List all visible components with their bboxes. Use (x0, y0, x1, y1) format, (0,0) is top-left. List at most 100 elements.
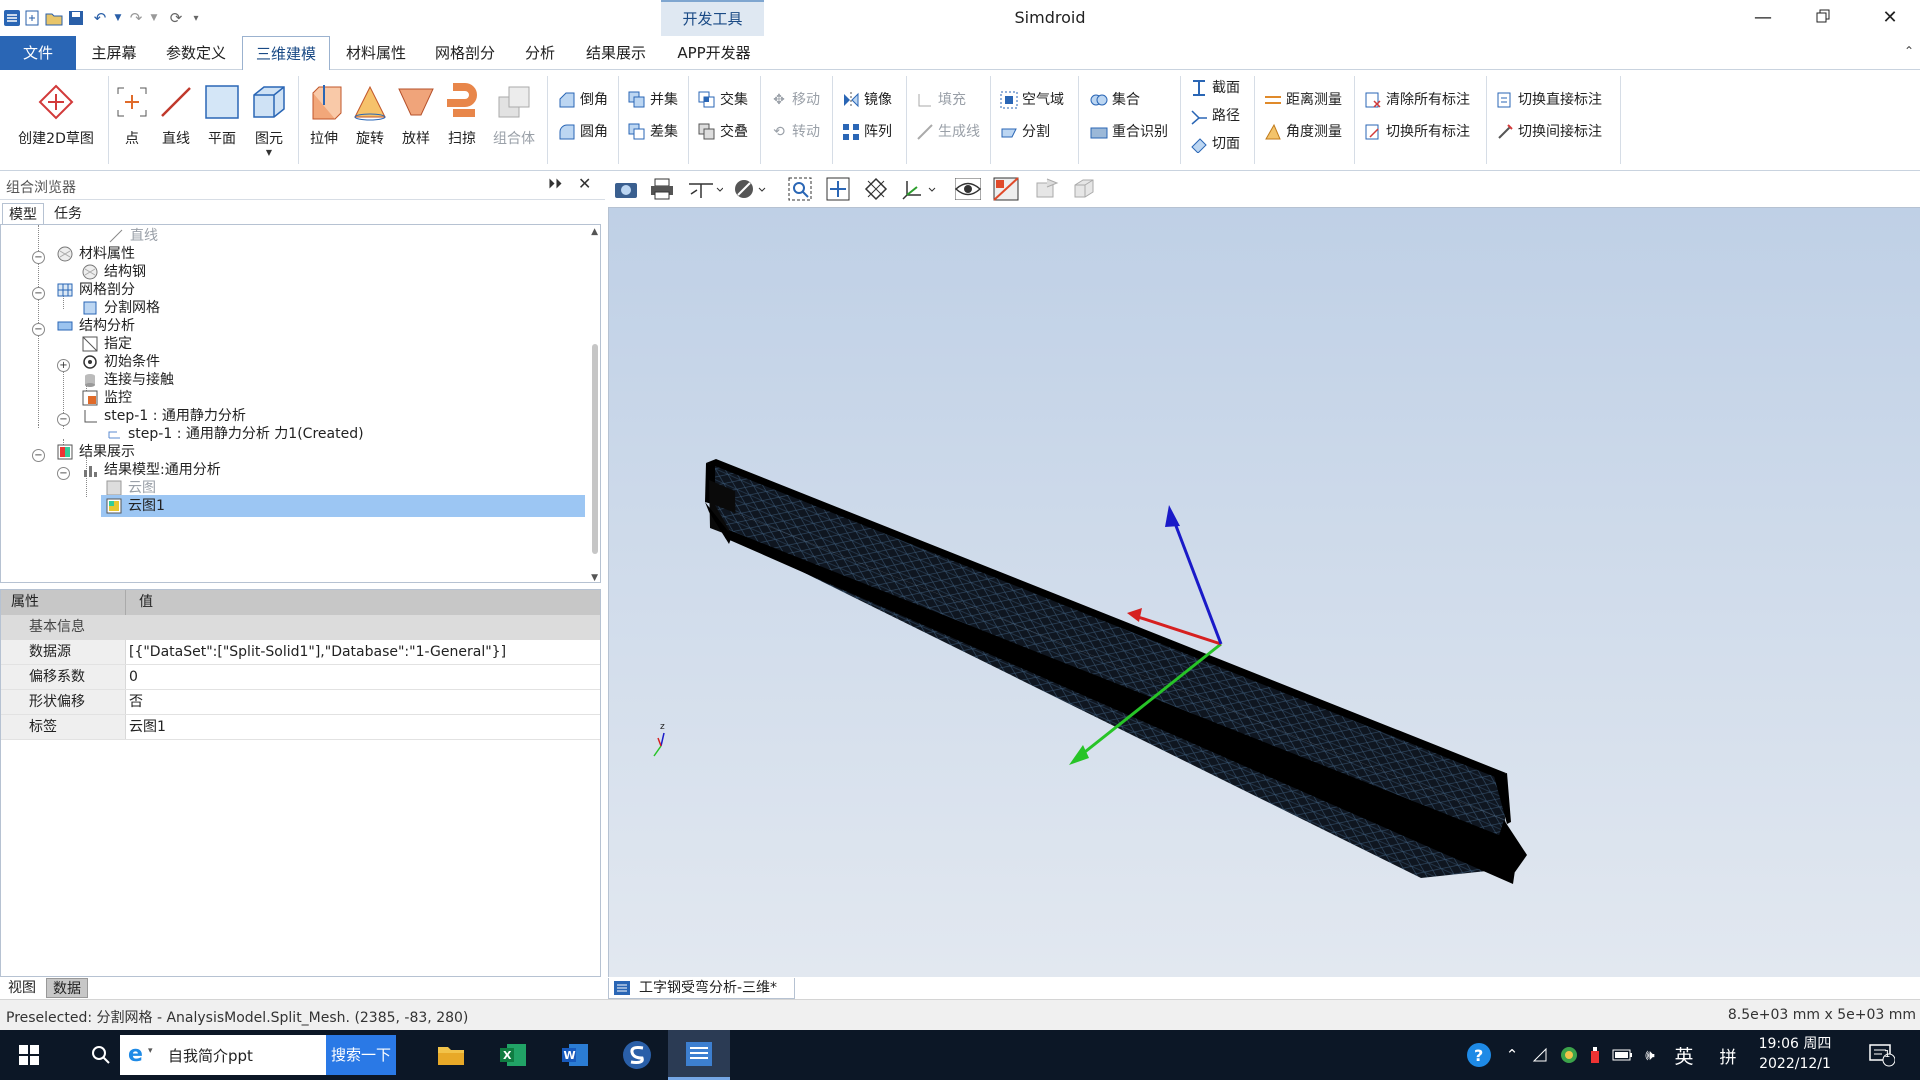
taskbar-search-box[interactable]: e ▾ 自我简介ppt 搜索一下 (120, 1035, 396, 1075)
collapse-toggle-icon[interactable]: − (57, 413, 70, 426)
dev-tools-context-tab[interactable]: 开发工具 (661, 0, 764, 36)
undo-icon[interactable]: ↶ (90, 8, 110, 28)
taskbar-search-icon[interactable] (88, 1030, 114, 1080)
primitive-dropdown-icon[interactable]: ▼ (246, 148, 292, 157)
file-explorer-icon[interactable] (420, 1030, 482, 1080)
display-mode-dropdown-icon[interactable] (731, 176, 771, 202)
antivirus-icon[interactable] (1584, 1030, 1606, 1080)
union-button[interactable]: 并集 (628, 88, 678, 112)
menu-tab-parameters[interactable]: 参数定义 (152, 36, 240, 70)
3d-viewport[interactable]: z (608, 207, 1920, 977)
overlap-button[interactable]: 交叠 (698, 120, 748, 144)
collapse-toggle-icon[interactable]: − (32, 251, 45, 264)
collapse-toggle-icon[interactable]: − (57, 467, 70, 480)
undo-dropdown-icon[interactable]: ▼ (108, 8, 128, 28)
panel-close-icon[interactable]: ✕ (578, 174, 591, 193)
compound-button[interactable]: 组合体 (486, 76, 542, 166)
toggle-all-annotations-button[interactable]: 切换所有标注 (1364, 120, 1470, 144)
scroll-down-icon[interactable]: ▼ (591, 573, 598, 582)
difference-button[interactable]: 差集 (628, 120, 678, 144)
word-icon[interactable]: W (544, 1030, 606, 1080)
minimize-button[interactable]: — (1733, 0, 1793, 36)
restore-button[interactable] (1793, 0, 1853, 36)
windows-start-icon[interactable] (0, 1030, 58, 1080)
menu-tab-app-developer[interactable]: APP开发器 (664, 36, 764, 70)
create-2d-sketch-button[interactable]: 创建2D草图 (8, 76, 104, 166)
property-value[interactable]: 云图1 (129, 715, 166, 739)
property-group-basic-info[interactable]: 基本信息 (1, 615, 600, 640)
screenshot-icon[interactable] (611, 176, 641, 202)
air-domain-button[interactable]: 空气域 (1000, 88, 1064, 112)
help-icon[interactable]: ? (1462, 1030, 1496, 1080)
cut-plane-button[interactable]: 切面 (1190, 132, 1240, 156)
tree-scrollbar[interactable]: ▲ ▼ (591, 227, 598, 582)
property-value[interactable]: 否 (129, 690, 143, 714)
menu-tab-analysis[interactable]: 分析 (512, 36, 568, 70)
path-button[interactable]: 路径 (1190, 104, 1240, 128)
redo-icon[interactable]: ↷ (126, 8, 146, 28)
menu-tab-results[interactable]: 结果展示 (572, 36, 660, 70)
primitive-button[interactable]: 图元 ▼ (246, 76, 292, 166)
simdroid-app-icon[interactable] (606, 1030, 668, 1080)
property-column-header[interactable]: 属性 (1, 590, 126, 615)
print-icon[interactable] (647, 176, 677, 202)
ime-mode-indicator[interactable]: 拼 (1714, 1030, 1742, 1080)
clear-all-annotations-button[interactable]: 清除所有标注 (1364, 88, 1470, 112)
property-value[interactable]: 0 (129, 665, 138, 689)
refresh-icon[interactable]: ⟳ (166, 8, 186, 28)
revolve-button[interactable]: 旋转 (348, 76, 392, 166)
battery-icon[interactable] (1610, 1030, 1636, 1080)
axis-view-dropdown-icon[interactable] (685, 176, 725, 202)
chamfer-button[interactable]: 倒角 (558, 88, 608, 112)
excel-icon[interactable]: X (482, 1030, 544, 1080)
array-button[interactable]: 阵列 (842, 120, 892, 144)
tree-item-contour-1[interactable]: 云图1 (101, 495, 585, 517)
property-value[interactable]: [{"DataSet":["Split-Solid1"],"Database":… (129, 640, 506, 664)
tab-view[interactable]: 视图 (2, 978, 42, 998)
coincidence-detect-button[interactable]: 重合识别 (1090, 120, 1168, 144)
menu-tab-file[interactable]: 文件 (0, 36, 76, 70)
app-icon[interactable] (2, 8, 22, 28)
collapse-toggle-icon[interactable]: − (32, 323, 45, 336)
open-icon[interactable] (44, 8, 64, 28)
search-dropdown-icon[interactable]: ▾ (148, 1046, 153, 1056)
set-button[interactable]: 集合 (1090, 88, 1140, 112)
tab-data[interactable]: 数据 (46, 978, 88, 998)
menu-tab-3d-modeling[interactable]: 三维建模 (242, 36, 330, 71)
browser-tray-icon[interactable] (1556, 1030, 1582, 1080)
intersect-button[interactable]: 交集 (698, 88, 748, 112)
value-column-header[interactable]: 值 (129, 590, 153, 615)
fit-selection-icon[interactable] (861, 176, 891, 202)
visibility-icon[interactable] (953, 176, 983, 202)
loft-button[interactable]: 放样 (394, 76, 438, 166)
menu-tab-home[interactable]: 主屏幕 (80, 36, 148, 70)
tab-model[interactable]: 模型 (2, 203, 44, 225)
menu-tab-materials[interactable]: 材料属性 (334, 36, 418, 70)
redo-dropdown-icon[interactable]: ▼ (144, 8, 164, 28)
fit-all-icon[interactable] (823, 176, 853, 202)
sweep-button[interactable]: 扫掠 (440, 76, 484, 166)
property-row[interactable]: 标签 云图1 (1, 715, 600, 740)
tab-task[interactable]: 任务 (48, 203, 88, 225)
collapse-toggle-icon[interactable]: − (32, 449, 45, 462)
fillet-button[interactable]: 圆角 (558, 120, 608, 144)
document-tab[interactable]: 工字钢受弯分析-三维* (608, 978, 795, 999)
zoom-box-icon[interactable] (785, 176, 815, 202)
generate-line-button[interactable]: 生成线 (916, 120, 980, 144)
toggle-direct-annotation-button[interactable]: 切换直接标注 (1496, 88, 1602, 112)
toggle-indirect-annotation-button[interactable]: 切换间接标注 (1496, 120, 1602, 144)
taskbar-search-text[interactable]: 自我简介ppt (168, 1045, 253, 1066)
extrude-button[interactable]: 拉伸 (302, 76, 346, 166)
tree-item-step-1-force[interactable]: step-1 : 通用静力分析 力1(Created) (105, 423, 364, 445)
scroll-up-icon[interactable]: ▲ (591, 227, 598, 237)
rotate-button[interactable]: ⟲ 转动 (770, 120, 820, 144)
panel-expand-icon[interactable]: ⏵⏵ (548, 176, 562, 192)
move-button[interactable]: ✥ 移动 (770, 88, 820, 112)
property-row[interactable]: 偏移系数 0 (1, 665, 600, 690)
plane-button[interactable]: 平面 (200, 76, 244, 166)
new-icon[interactable] (22, 8, 42, 28)
beam-model-view[interactable]: z (609, 208, 1920, 978)
show-hidden-icons-icon[interactable]: ⌃ (1500, 1030, 1524, 1080)
angle-measure-button[interactable]: 角度测量 (1264, 120, 1342, 144)
iso-view-icon[interactable] (1069, 176, 1099, 202)
